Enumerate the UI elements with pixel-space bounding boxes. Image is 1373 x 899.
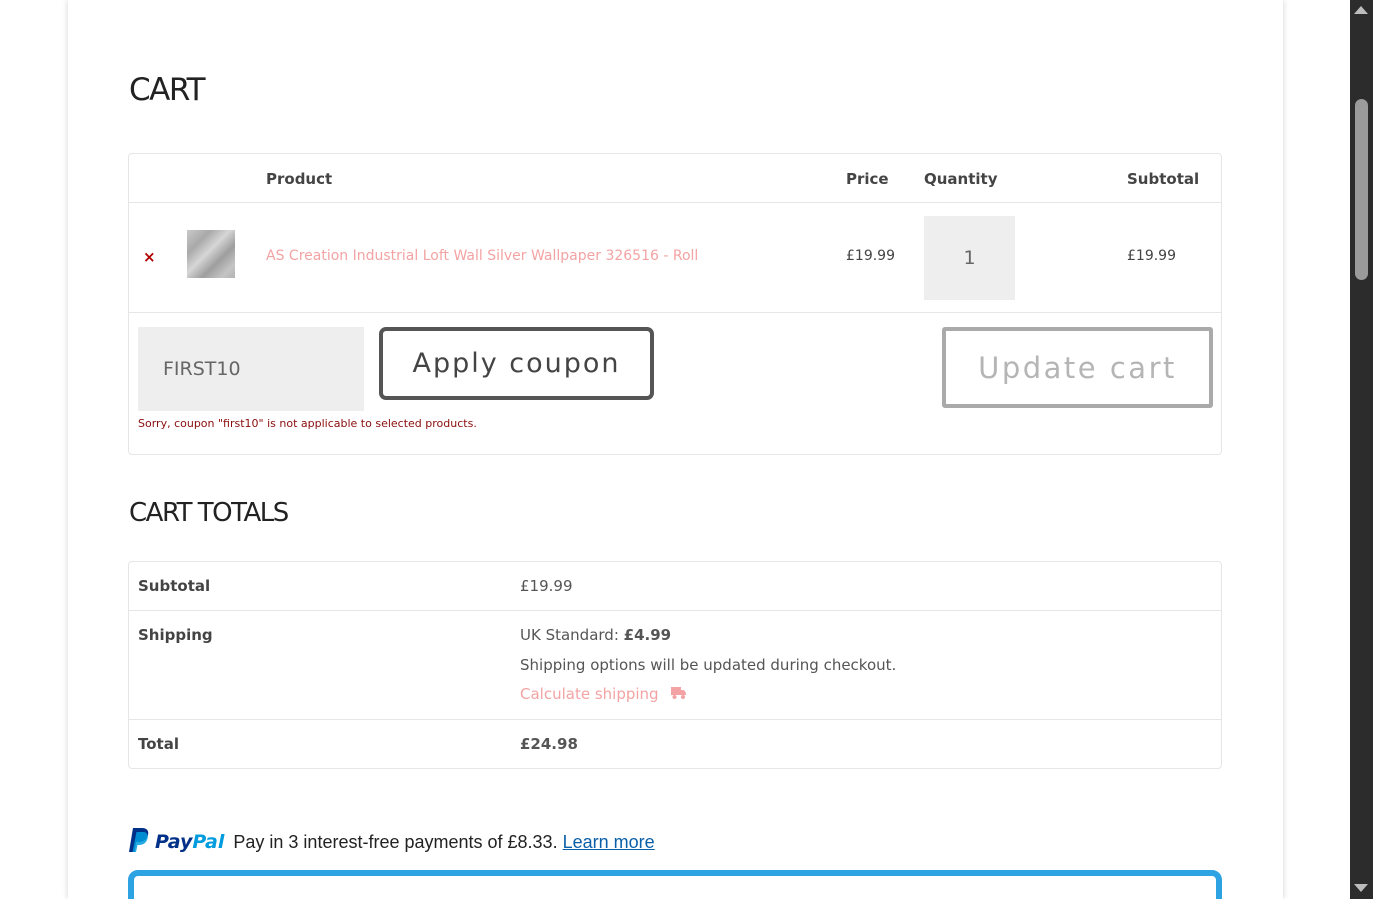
subtotal-label: Subtotal (138, 577, 211, 595)
coupon-error-message: Sorry, coupon "first10" is not applicabl… (138, 417, 477, 430)
subtotal-value: £19.99 (520, 577, 573, 595)
table-row: × AS Creation Industrial Loft Wall Silve… (129, 203, 1221, 313)
scrollbar-thumb[interactable] (1355, 99, 1368, 280)
paypal-message: Pay in 3 interest-free payments of £8.33… (233, 831, 558, 852)
header-product: Product (266, 170, 333, 188)
cart-table: Product Price Quantity Subtotal × AS Cre… (128, 153, 1222, 455)
shipping-method: UK Standard: £4.99 (520, 626, 671, 644)
product-thumbnail[interactable] (187, 230, 235, 278)
paypal-logo-pal: Pal (192, 831, 225, 853)
cart-title: CART (129, 72, 206, 108)
apply-coupon-button[interactable]: Apply coupon (379, 327, 654, 400)
vertical-scrollbar[interactable] (1350, 0, 1373, 899)
paypal-learn-more-link[interactable]: Learn more (563, 832, 655, 853)
update-cart-button[interactable]: Update cart (942, 327, 1213, 408)
header-subtotal: Subtotal (1127, 170, 1200, 188)
paypal-logo-pay: Pay (155, 831, 193, 853)
cart-totals-table: Subtotal £19.99 Shipping UK Standard: £4… (128, 561, 1222, 769)
remove-item-icon[interactable]: × (143, 248, 156, 266)
shipping-cost: £4.99 (623, 626, 672, 644)
shipping-method-name: UK Standard: (520, 626, 624, 644)
paypal-p-icon (128, 827, 150, 857)
total-value: £24.98 (520, 735, 578, 753)
calculate-shipping-label[interactable]: Calculate shipping (520, 685, 659, 703)
item-subtotal: £19.99 (1127, 248, 1176, 264)
totals-row-subtotal: Subtotal £19.99 (129, 562, 1221, 611)
proceed-to-checkout-button[interactable] (128, 870, 1222, 899)
cart-table-header: Product Price Quantity Subtotal (129, 154, 1221, 203)
totals-row-total: Total £24.98 (129, 720, 1221, 769)
coupon-code-input[interactable]: FIRST10 (138, 327, 364, 411)
totals-row-shipping: Shipping UK Standard: £4.99 Shipping opt… (129, 611, 1221, 720)
truck-icon (671, 686, 687, 704)
header-price: Price (846, 170, 889, 188)
calculate-shipping-link[interactable]: Calculate shipping (520, 685, 687, 704)
total-label: Total (138, 735, 179, 753)
shipping-note: Shipping options will be updated during … (520, 656, 897, 674)
shipping-label: Shipping (138, 626, 213, 644)
paypal-logo: PayPal (128, 827, 224, 857)
cart-totals-title: CART TOTALS (129, 498, 289, 528)
product-name-link[interactable]: AS Creation Industrial Loft Wall Silver … (266, 248, 698, 264)
item-price: £19.99 (846, 248, 895, 264)
quantity-input[interactable]: 1 (924, 216, 1015, 300)
scroll-up-icon[interactable] (1354, 6, 1368, 14)
scroll-down-icon[interactable] (1354, 884, 1368, 892)
paypal-pay-later-message: PayPal Pay in 3 interest-free payments o… (128, 827, 655, 857)
header-quantity: Quantity (924, 170, 998, 188)
